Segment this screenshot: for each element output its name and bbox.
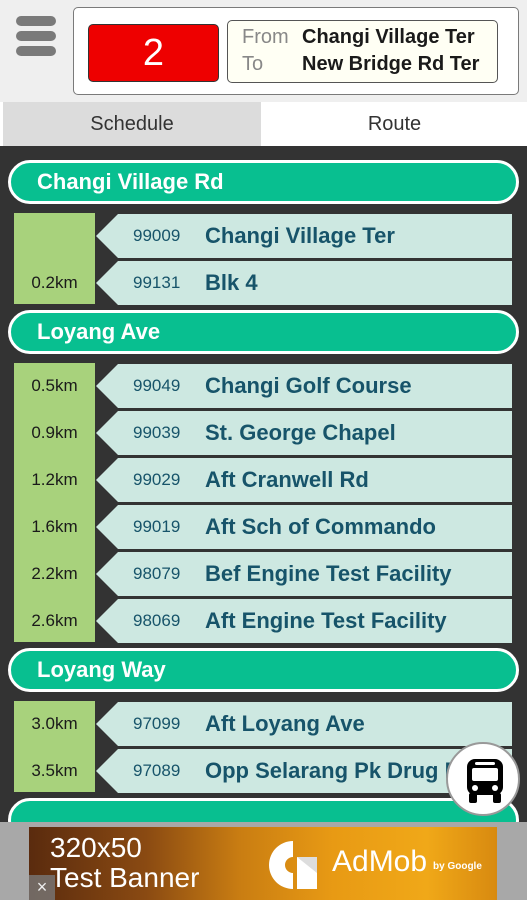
stop-name: Aft Loyang Ave <box>205 711 365 736</box>
from-row: From Changi Village Ter <box>242 24 475 50</box>
from-value: Changi Village Ter <box>302 26 475 48</box>
ad-text: 320x50 Test Banner <box>50 833 199 893</box>
route-stop-list[interactable]: Changi Village Rd 99009 Changi Village Ter… <box>0 152 527 824</box>
stop-distance: 1.6km <box>31 517 78 536</box>
route-card: 2 From Changi Village Ter To New Bridge Rd… <box>73 7 519 95</box>
ad-banner[interactable]: 320x50 Test Banner AdMob by Google × <box>29 827 497 900</box>
direction-box[interactable]: From Changi Village Ter To New Bridge Rd T… <box>227 20 498 83</box>
stop-name: Changi Golf Course <box>205 373 412 398</box>
stop-distance: 0.5km <box>31 376 78 395</box>
stop-name: Changi Village Ter <box>205 223 395 248</box>
stop-item[interactable]: 99131 Blk 4 <box>96 261 512 305</box>
stop-item[interactable]: 97099 Aft Loyang Ave <box>96 702 512 746</box>
stop-code: 98069 <box>133 611 181 630</box>
road-header: Loyang Ave <box>8 310 519 354</box>
stop-distance: 1.2km <box>31 470 78 489</box>
road-header: Loyang Way <box>8 648 519 692</box>
stop-code: 97099 <box>133 714 181 733</box>
tab-bar: Schedule Route <box>0 102 527 146</box>
ad-brand: AdMob <box>332 845 428 878</box>
ad-size-label: 320x50 <box>50 832 142 863</box>
hamburger-menu-icon[interactable] <box>16 16 56 58</box>
stop-item[interactable]: 99049 Changi Golf Course <box>96 364 512 408</box>
admob-logo-icon <box>269 841 317 889</box>
stop-code: 97089 <box>133 761 181 780</box>
stop-item[interactable]: 99039 St. George Chapel <box>96 411 512 455</box>
stop-name: Aft Sch of Commando <box>205 514 436 539</box>
stop-name: Aft Cranwell Rd <box>205 467 369 492</box>
from-label: From <box>242 26 289 48</box>
to-value: New Bridge Rd Ter <box>302 53 480 75</box>
stop-name: Aft Engine Test Facility <box>205 608 447 633</box>
stop-code: 99039 <box>133 423 181 442</box>
stop-item[interactable]: 99019 Aft Sch of Commando <box>96 505 512 549</box>
to-label: To <box>242 53 264 75</box>
stop-distance: 0.2km <box>31 273 78 292</box>
to-row: To New Bridge Rd Ter <box>242 51 479 77</box>
ad-area: 320x50 Test Banner AdMob by Google × <box>0 822 527 900</box>
menu-bar <box>16 46 56 56</box>
stop-item[interactable]: 99029 Aft Cranwell Rd <box>96 458 512 502</box>
menu-bar <box>16 31 56 41</box>
stop-name: St. George Chapel <box>205 420 396 445</box>
stop-distance: 0.9km <box>31 423 78 442</box>
ad-close-icon[interactable]: × <box>29 875 55 900</box>
stop-name: Bef Engine Test Facility <box>205 561 452 586</box>
stop-item[interactable]: 98079 Bef Engine Test Facility <box>96 552 512 596</box>
road-header <box>8 798 519 824</box>
tab-schedule[interactable]: Schedule <box>3 102 261 146</box>
bus-fab-button[interactable] <box>446 742 520 816</box>
ad-by-google: by Google <box>433 861 482 872</box>
menu-bar <box>16 16 56 26</box>
stop-item[interactable]: 98069 Aft Engine Test Facility <box>96 599 512 643</box>
bus-icon <box>467 759 503 803</box>
stop-code: 99049 <box>133 376 181 395</box>
stop-code: 98079 <box>133 564 181 583</box>
stop-distance: 2.2km <box>31 564 78 583</box>
bus-number-badge[interactable]: 2 <box>88 24 219 82</box>
stop-code: 99009 <box>133 226 181 245</box>
stop-name: Blk 4 <box>205 270 258 295</box>
ad-title: Test Banner <box>50 862 200 893</box>
stop-distance: 3.0km <box>31 714 78 733</box>
tab-route[interactable]: Route <box>262 102 527 146</box>
stop-distance: 2.6km <box>31 611 78 630</box>
road-header: Changi Village Rd <box>8 160 519 204</box>
stop-distance <box>14 214 95 258</box>
stop-code: 99029 <box>133 470 181 489</box>
stop-code: 99131 <box>133 273 181 292</box>
stop-item[interactable]: 99009 Changi Village Ter <box>96 214 512 258</box>
stop-distance: 3.5km <box>31 761 78 780</box>
top-bar: 2 From Changi Village Ter To New Bridge Rd… <box>0 0 527 102</box>
stop-code: 99019 <box>133 517 181 536</box>
